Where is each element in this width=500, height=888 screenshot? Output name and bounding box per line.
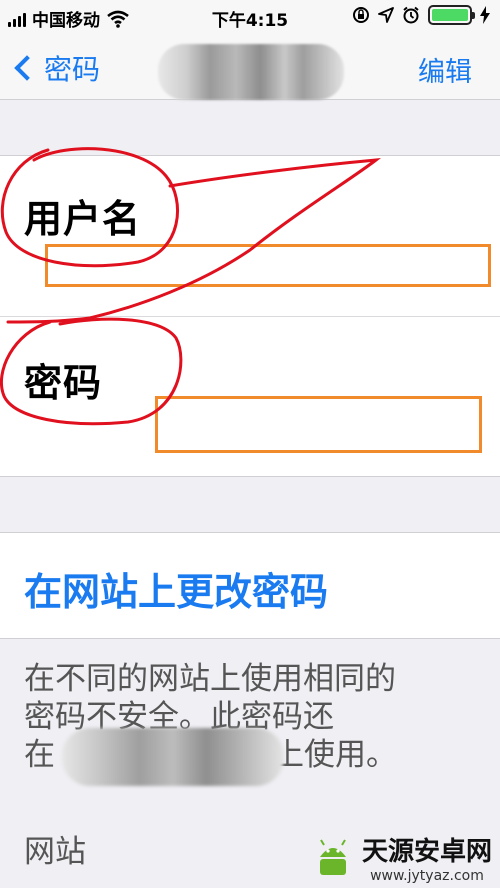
change-password-group: 在网站上更改密码 — [0, 532, 500, 639]
battery-icon — [428, 5, 475, 25]
navigation-bar: 密码 编辑 — [0, 34, 500, 100]
android-logo-icon — [319, 838, 346, 875]
lock-rotation-icon — [353, 7, 369, 23]
chevron-left-icon — [14, 55, 40, 81]
location-icon — [378, 7, 394, 23]
password-label: 密码 — [24, 361, 103, 405]
websites-section-header: 网站 — [24, 834, 86, 870]
edit-button[interactable]: 编辑 — [418, 50, 472, 89]
back-button[interactable]: 密码 — [12, 48, 100, 88]
status-bar: 中国移动 下午4:15 — [0, 0, 500, 34]
row-divider — [0, 316, 500, 317]
charging-bolt-icon — [480, 6, 490, 24]
alarm-icon — [403, 6, 419, 24]
password-value-highlight[interactable] — [155, 396, 482, 453]
status-right — [352, 5, 490, 25]
watermark-url: www.jytyaz.com — [370, 868, 484, 884]
watermark-title: 天源安卓网 — [361, 837, 492, 867]
change-password-link[interactable]: 在网站上更改密码 — [24, 561, 328, 616]
credentials-group: 用户名 密码 — [0, 155, 500, 477]
warning-line-1: 在不同的网站上使用相同的 — [24, 661, 396, 697]
username-value-highlight[interactable] — [45, 244, 491, 287]
nav-title-redacted — [158, 44, 344, 100]
back-button-label: 密码 — [44, 53, 101, 86]
warning-line-3-end: 上使用。 — [273, 737, 397, 773]
redacted-site-name — [62, 728, 284, 786]
screen: 中国移动 下午4:15 密码 编辑 用户名 密码 在网站上更改密码 在不同的网站… — [0, 0, 500, 888]
warning-line-3-start: 在 — [24, 737, 55, 773]
username-label: 用户名 — [24, 197, 142, 241]
site-watermark: 天源安卓网 www.jytyaz.com — [310, 831, 492, 884]
